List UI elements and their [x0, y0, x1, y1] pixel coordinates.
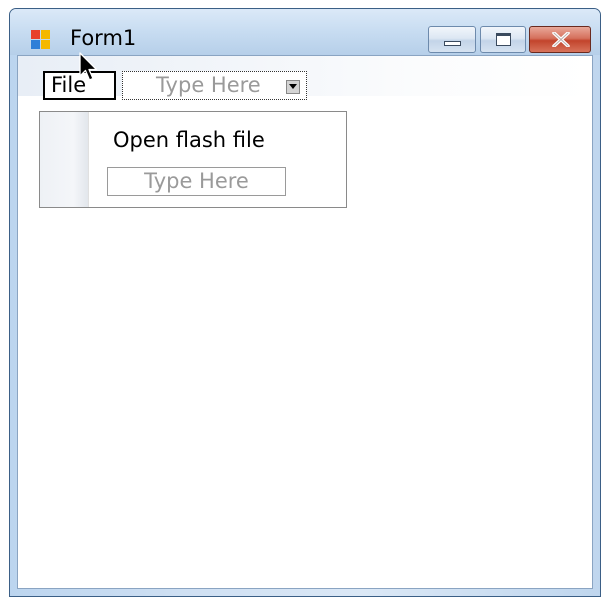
close-button[interactable] — [529, 26, 591, 53]
minimize-button[interactable] — [428, 26, 476, 53]
window-title: Form1 — [70, 26, 137, 50]
mouse-pointer-icon — [79, 52, 98, 81]
dropdown-image-margin — [40, 112, 89, 207]
file-dropdown-menu: Open flash file Type Here — [39, 111, 347, 208]
minimize-icon — [444, 41, 461, 46]
form-client-area: File Type Here Open flash file Type Here — [17, 55, 593, 589]
close-icon — [552, 32, 570, 47]
maximize-button[interactable] — [480, 26, 526, 53]
menu-type-here-box[interactable]: Type Here — [122, 71, 307, 100]
title-bar[interactable]: Form1 — [10, 9, 600, 55]
dropdown-type-here-box[interactable]: Type Here — [107, 167, 286, 196]
menu-type-here-label: Type Here — [156, 73, 261, 97]
dropdown-item-open-flash-file[interactable]: Open flash file — [113, 128, 265, 152]
windows-form-icon — [31, 30, 50, 49]
maximize-icon — [496, 33, 511, 46]
form-window: Form1 File Type Here Open flash file Typ… — [9, 8, 601, 597]
chevron-down-icon[interactable] — [286, 80, 300, 94]
